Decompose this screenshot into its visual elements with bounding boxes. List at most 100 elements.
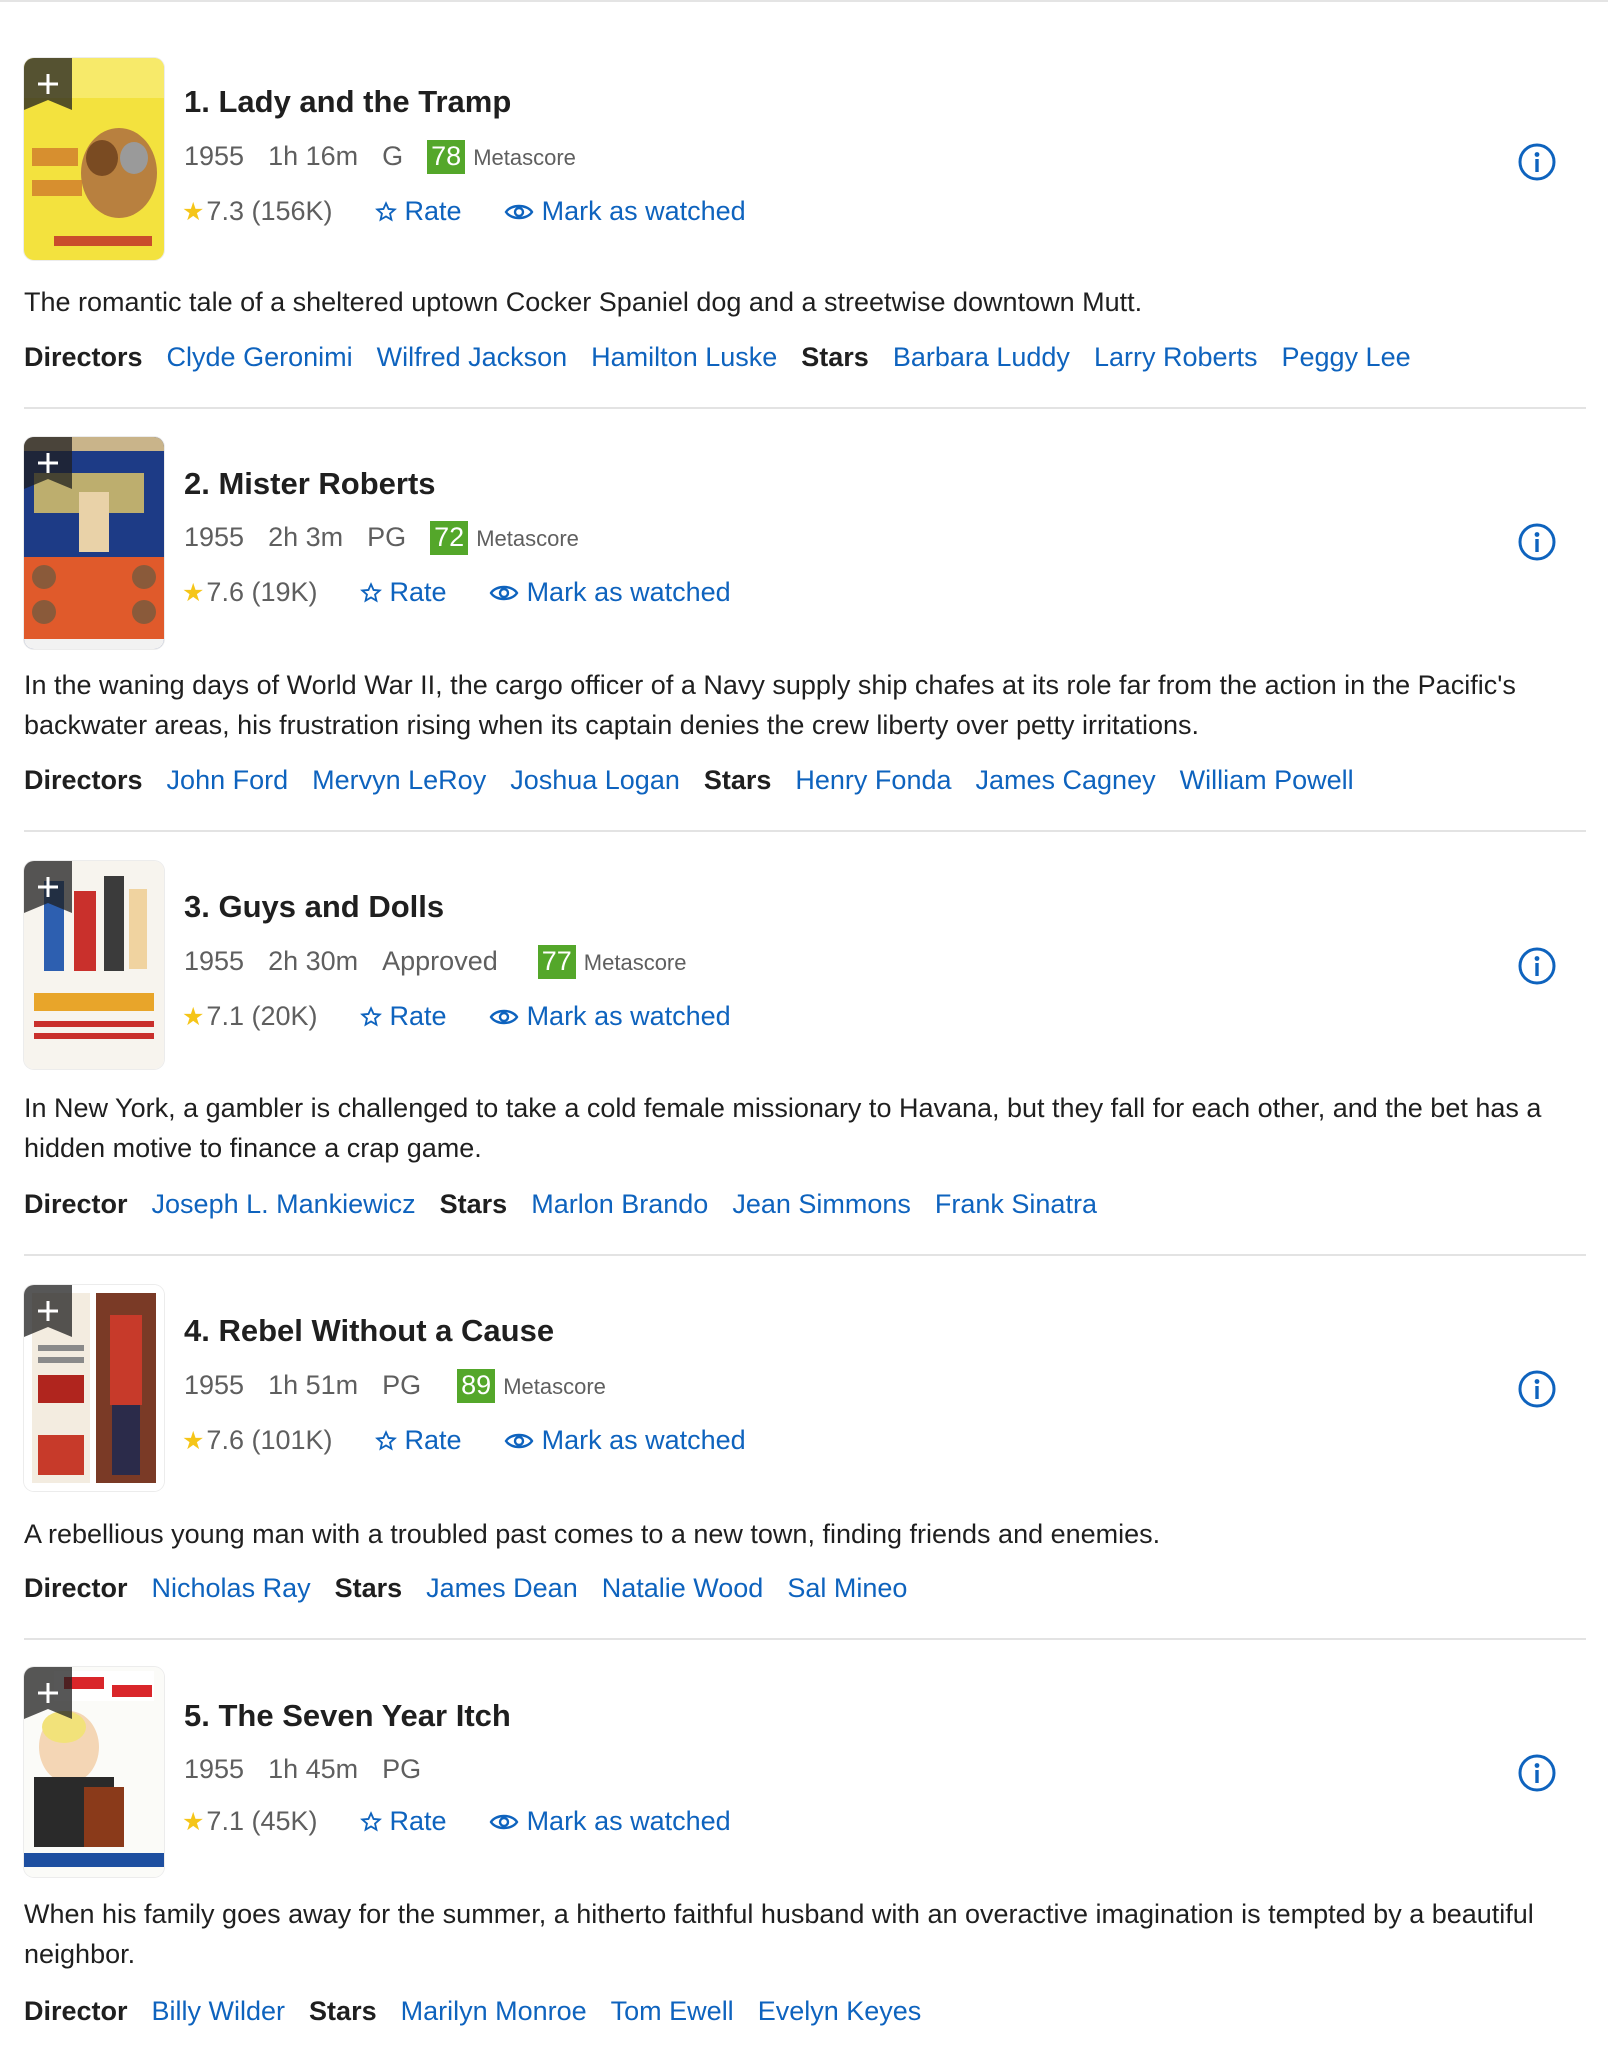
rate-button[interactable]: Rate: [374, 1425, 462, 1456]
rate-button[interactable]: Rate: [359, 1806, 447, 1837]
star-link[interactable]: Larry Roberts: [1094, 342, 1258, 372]
star-link[interactable]: Jean Simmons: [732, 1189, 911, 1219]
star-link[interactable]: Tom Ewell: [611, 1996, 734, 2026]
movie-description: In New York, a gambler is challenged to …: [24, 1093, 1542, 1163]
movie-list: 1. Lady and the Tramp 1955 1h 16m G 78 Metas…: [0, 2, 1608, 2060]
star-link[interactable]: William Powell: [1180, 765, 1354, 795]
movie-poster[interactable]: [24, 437, 164, 649]
imdb-rating: ★ 7.6 (19K): [182, 577, 318, 608]
director-link[interactable]: Mervyn LeRoy: [312, 765, 486, 795]
movie-title[interactable]: 4. Rebel Without a Cause: [184, 1313, 554, 1349]
mark-watched-button[interactable]: Mark as watched: [489, 1806, 731, 1837]
release-year: 1955: [184, 141, 245, 171]
star-icon: ★: [182, 1002, 205, 1031]
star-link[interactable]: Peggy Lee: [1282, 342, 1411, 372]
metascore-badge: 78: [427, 140, 466, 174]
star-outline-icon: [359, 581, 382, 602]
movie-credits: Directors Clyde Geronimi Wilfred Jackson Ha…: [24, 342, 1435, 373]
director-label: Director: [24, 1189, 128, 1219]
info-icon[interactable]: [1517, 1369, 1557, 1409]
star-link[interactable]: Natalie Wood: [602, 1573, 764, 1603]
star-link[interactable]: Sal Mineo: [787, 1573, 907, 1603]
director-link[interactable]: Nicholas Ray: [152, 1573, 311, 1603]
star-link[interactable]: Marilyn Monroe: [401, 1996, 587, 2026]
metascore-label: Metascore: [503, 1374, 606, 1399]
movie-poster[interactable]: [24, 58, 164, 260]
star-link[interactable]: James Cagney: [976, 765, 1156, 795]
movie-credits: Director Billy Wilder Stars Marilyn Monroe T…: [24, 1996, 945, 2027]
star-outline-icon: [374, 200, 397, 221]
metascore-badge: 77: [537, 945, 576, 979]
info-icon[interactable]: [1517, 522, 1557, 562]
vote-count: (20K): [251, 1001, 318, 1031]
add-to-watchlist-button[interactable]: [24, 437, 72, 489]
director-link[interactable]: Joshua Logan: [510, 765, 680, 795]
vote-count: (19K): [251, 577, 318, 607]
movie-item: 5. The Seven Year Itch 1955 1h 45m PG ★ 7.…: [24, 1640, 1586, 2060]
mark-watched-button[interactable]: Mark as watched: [504, 1425, 746, 1456]
rating-value: 7.1: [206, 1001, 244, 1031]
movie-actions: ★ 7.6 (19K) Rate Mark as watched: [182, 577, 731, 608]
movie-title[interactable]: 3. Guys and Dolls: [184, 889, 444, 925]
eye-icon: [504, 204, 533, 219]
rate-button[interactable]: Rate: [374, 196, 462, 227]
mark-watched-button[interactable]: Mark as watched: [489, 1001, 731, 1032]
rate-label: Rate: [389, 577, 447, 607]
vote-count: (101K): [251, 1425, 333, 1455]
runtime: 1h 45m: [268, 1754, 359, 1784]
movie-poster[interactable]: [24, 861, 164, 1069]
runtime: 1h 16m: [268, 141, 359, 171]
content-rating: PG: [382, 1754, 422, 1784]
directors-label: Directors: [24, 342, 143, 372]
imdb-rating: ★ 7.1 (45K): [182, 1806, 318, 1837]
director-link[interactable]: John Ford: [167, 765, 289, 795]
star-link[interactable]: Marlon Brando: [531, 1189, 708, 1219]
stars-label: Stars: [703, 765, 772, 795]
rating-value: 7.6: [206, 577, 244, 607]
info-icon[interactable]: [1517, 946, 1557, 986]
director-link[interactable]: Hamilton Luske: [591, 342, 777, 372]
rate-button[interactable]: Rate: [359, 577, 447, 608]
movie-description: A rebellious young man with a troubled p…: [24, 1519, 1161, 1549]
director-link[interactable]: Joseph L. Mankiewicz: [152, 1189, 416, 1219]
star-link[interactable]: Frank Sinatra: [935, 1189, 1097, 1219]
star-link[interactable]: James Dean: [426, 1573, 578, 1603]
content-rating: PG: [367, 522, 407, 552]
rate-button[interactable]: Rate: [359, 1001, 447, 1032]
add-to-watchlist-button[interactable]: [24, 58, 72, 110]
star-link[interactable]: Evelyn Keyes: [758, 1996, 922, 2026]
add-to-watchlist-button[interactable]: [24, 861, 72, 913]
stars-label: Stars: [439, 1189, 508, 1219]
mark-watched-label: Mark as watched: [526, 1806, 731, 1836]
runtime: 2h 30m: [268, 946, 359, 976]
movie-actions: ★ 7.1 (20K) Rate Mark as watched: [182, 1001, 731, 1032]
movie-title[interactable]: 2. Mister Roberts: [184, 466, 436, 502]
add-to-watchlist-button[interactable]: [24, 1285, 72, 1337]
content-rating: G: [382, 141, 404, 171]
add-to-watchlist-button[interactable]: [24, 1667, 72, 1719]
star-icon: ★: [182, 578, 205, 607]
star-link[interactable]: Henry Fonda: [795, 765, 951, 795]
movie-credits: Directors John Ford Mervyn LeRoy Joshua Log…: [24, 765, 1378, 796]
movie-poster[interactable]: [24, 1667, 164, 1877]
runtime: 2h 3m: [268, 522, 344, 552]
info-icon[interactable]: [1517, 1753, 1557, 1793]
info-icon[interactable]: [1517, 142, 1557, 182]
director-link[interactable]: Wilfred Jackson: [377, 342, 568, 372]
mark-watched-button[interactable]: Mark as watched: [504, 196, 746, 227]
star-icon: ★: [182, 197, 205, 226]
movie-title[interactable]: 5. The Seven Year Itch: [184, 1698, 511, 1734]
movie-title[interactable]: 1. Lady and the Tramp: [184, 84, 511, 120]
content-rating: Approved: [382, 946, 498, 976]
rating-value: 7.1: [206, 1806, 244, 1836]
mark-watched-button[interactable]: Mark as watched: [489, 577, 731, 608]
eye-icon: [489, 1009, 518, 1024]
movie-credits: Director Nicholas Ray Stars James Dean Natal…: [24, 1573, 931, 1604]
vote-count: (45K): [251, 1806, 318, 1836]
director-link[interactable]: Clyde Geronimi: [167, 342, 353, 372]
director-link[interactable]: Billy Wilder: [152, 1996, 286, 2026]
movie-poster[interactable]: [24, 1285, 164, 1491]
directors-label: Directors: [24, 765, 143, 795]
metascore-badge: 89: [457, 1369, 496, 1403]
star-link[interactable]: Barbara Luddy: [893, 342, 1070, 372]
